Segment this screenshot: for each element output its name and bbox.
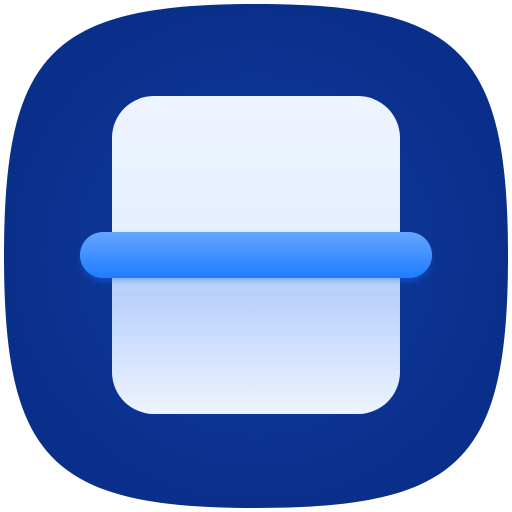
scan-bar [80,232,432,278]
document-scanner-app-icon[interactable] [0,0,512,512]
app-icon-canvas [0,0,512,512]
